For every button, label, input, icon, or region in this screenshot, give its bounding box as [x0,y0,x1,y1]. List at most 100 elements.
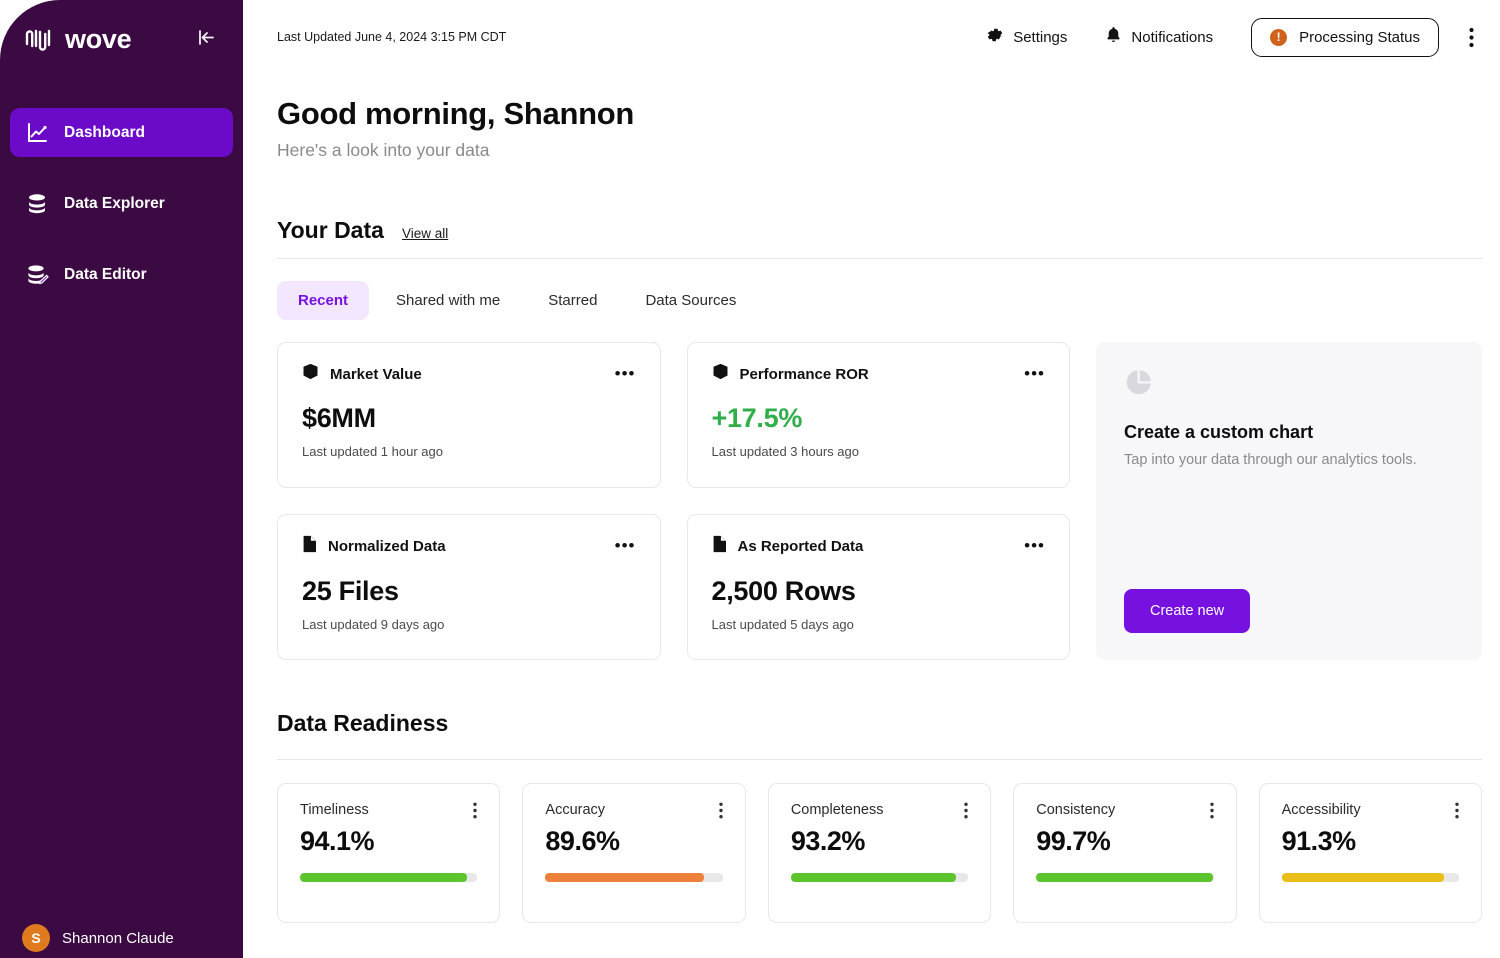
card-subtext: Last updated 9 days ago [302,617,445,632]
progress-track [300,873,478,882]
pie-chart-icon [1124,370,1153,401]
kebab-menu-icon[interactable] [1455,802,1459,819]
readiness-label: Consistency [1036,802,1116,818]
progress-fill [1281,873,1444,882]
tab-data-sources[interactable]: Data Sources [624,281,757,320]
progress-fill [545,873,705,882]
card-overflow-icon[interactable]: ••• [615,365,636,382]
sidebar-item-dashboard[interactable]: Dashboard [10,108,233,157]
card-overflow-icon[interactable]: ••• [1024,537,1045,554]
metric-card-as-reported-data[interactable]: As Reported Data ••• 2,500 Rows Last upd… [686,514,1070,660]
sidebar-item-label: Data Editor [64,265,147,283]
your-data-header: Your Data View all [277,217,1482,244]
card-header: Accuracy [545,802,723,819]
cube-icon [302,363,319,385]
sidebar-item-data-explorer[interactable]: Data Explorer [10,179,233,228]
card-header: Consistency [1036,802,1214,819]
card-header: Market Value ••• [302,363,636,385]
readiness-label: Accuracy [545,802,606,818]
progress-track [790,873,969,882]
progress-fill [790,873,957,882]
database-pencil-icon [24,262,50,288]
progress-track [1281,873,1460,882]
readiness-value: 99.7% [1036,826,1111,856]
tab-recent[interactable]: Recent [277,281,370,320]
data-readiness-title: Data Readiness [277,710,449,736]
notifications-button[interactable]: Notifications [1105,26,1213,48]
card-title: Performance ROR [739,365,869,383]
card-subtext: Last updated 1 hour ago [302,444,443,459]
readiness-card-timeliness[interactable]: Timeliness 94.1% [277,783,501,923]
metric-card-performance-ror[interactable]: Performance ROR ••• +17.5% Last updated … [686,342,1070,488]
create-custom-chart-panel: Create a custom chart Tap into your data… [1096,342,1482,660]
database-icon [24,191,50,217]
data-readiness-grid: Timeliness 94.1% Accuracy 89.6% Complete… [277,783,1483,923]
processing-status-button[interactable]: ! Processing Status [1251,17,1439,57]
avatar: S [22,924,50,952]
readiness-value: 89.6% [545,826,620,856]
card-subtext: Last updated 5 days ago [711,617,854,632]
readiness-value: 91.3% [1281,826,1357,856]
cube-icon [712,363,729,385]
page-title: Good morning, Shannon [277,96,635,131]
card-header: Timeliness [300,802,478,819]
metric-card-grid: Market Value ••• $6MM Last updated 1 hou… [277,342,1070,660]
card-title: As Reported Data [737,538,864,555]
readiness-card-completeness[interactable]: Completeness 93.2% [767,783,992,923]
readiness-value: 93.2% [790,826,866,856]
card-header: Performance ROR ••• [712,363,1046,385]
tab-shared-with-me[interactable]: Shared with me [375,281,521,320]
readiness-label: Timeliness [300,802,369,818]
sidebar-nav: Dashboard Data Explorer Data Editor [0,108,243,299]
card-value: 25 Files [302,576,399,606]
readiness-label: Completeness [790,802,884,818]
progress-fill [1036,873,1214,882]
collapse-sidebar-icon[interactable] [192,25,221,54]
view-all-link[interactable]: View all [402,226,448,241]
readiness-value: 94.1% [300,826,375,856]
metric-card-market-value[interactable]: Market Value ••• $6MM Last updated 1 hou… [277,342,661,488]
readiness-card-consistency[interactable]: Consistency 99.7% [1013,783,1237,923]
readiness-card-accuracy[interactable]: Accuracy 89.6% [522,783,746,923]
main-content: Last Updated June 4, 2024 3:15 PM CDT Se… [243,0,1500,958]
chart-line-icon [24,120,50,146]
card-value: +17.5% [711,403,803,433]
metric-card-normalized-data[interactable]: Normalized Data ••• 25 Files Last update… [277,514,661,660]
tab-starred[interactable]: Starred [527,281,618,320]
card-title: Market Value [330,365,422,383]
settings-button[interactable]: Settings [986,26,1067,48]
progress-fill [300,873,467,882]
promo-title: Create a custom chart [1124,422,1314,442]
readiness-label: Accessibility [1281,802,1361,818]
gear-icon [986,26,1004,48]
readiness-card-accessibility[interactable]: Accessibility 91.3% [1258,783,1483,923]
kebab-menu-icon[interactable] [1461,23,1482,52]
card-header: Normalized Data ••• [302,535,636,558]
kebab-menu-icon[interactable] [473,802,478,819]
card-header: Accessibility [1282,802,1459,819]
card-header: Completeness [791,802,968,819]
card-title: Normalized Data [328,538,446,555]
sidebar-item-label: Data Explorer [64,194,165,212]
bell-icon [1105,26,1122,48]
kebab-menu-icon[interactable] [964,802,968,819]
progress-track [1036,873,1214,882]
brand-logo[interactable]: wove [22,22,132,56]
user-name: Shannon Claude [62,929,174,947]
kebab-menu-icon[interactable] [1209,802,1214,819]
progress-track [545,873,723,882]
kebab-menu-icon[interactable] [719,802,723,819]
alert-circle-icon: ! [1270,28,1288,46]
card-value: $6MM [302,403,376,433]
your-data-cards: Market Value ••• $6MM Last updated 1 hou… [277,342,1482,660]
file-icon [712,535,727,558]
card-overflow-icon[interactable]: ••• [1024,365,1045,382]
readiness-divider [277,759,1482,760]
card-subtext: Last updated 3 hours ago [711,444,859,459]
sidebar-user[interactable]: S Shannon Claude [0,924,243,952]
sidebar-item-data-editor[interactable]: Data Editor [10,250,233,299]
topbar-actions: Settings Notifications ! Processing Stat… [986,17,1482,57]
create-new-button[interactable]: Create new [1124,589,1251,633]
card-overflow-icon[interactable]: ••• [615,537,636,554]
card-value: 2,500 Rows [711,576,856,606]
